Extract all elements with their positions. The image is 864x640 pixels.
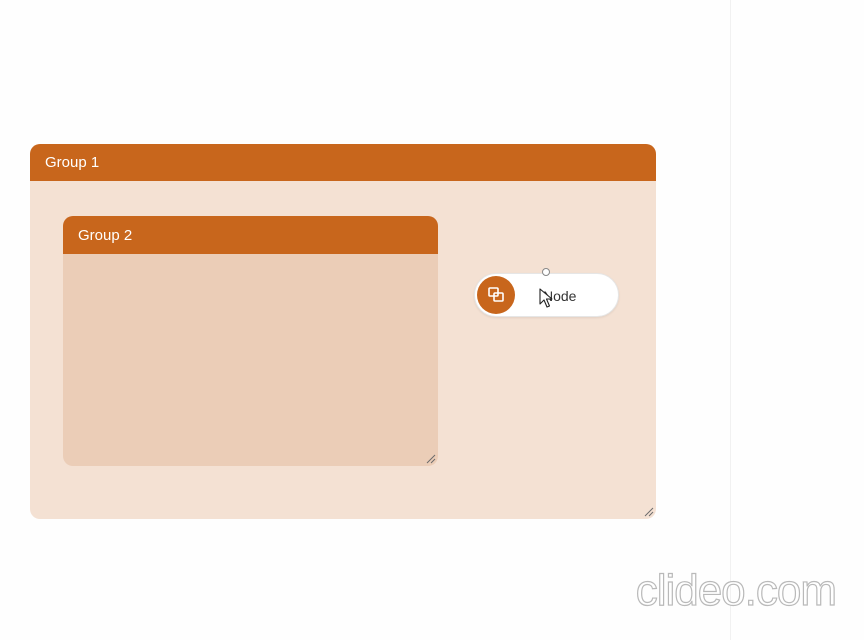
- mouse-cursor-icon: [539, 288, 553, 308]
- group-2[interactable]: Group 2: [63, 216, 438, 466]
- group-1-resize-icon[interactable]: [644, 507, 654, 517]
- group-1-header[interactable]: Group 1: [30, 144, 656, 181]
- group-2-title: Group 2: [78, 226, 133, 244]
- group-2-resize-icon[interactable]: [426, 454, 436, 464]
- canvas-guide-line: [730, 0, 731, 640]
- group-2-header[interactable]: Group 2: [63, 216, 438, 254]
- diagram-canvas[interactable]: Group 1 Group 2 Node clideo.com: [0, 0, 864, 640]
- watermark: clideo.com: [635, 565, 838, 615]
- node-icon-badge: [477, 276, 515, 314]
- node-connection-port[interactable]: [542, 268, 550, 276]
- group-1-title: Group 1: [45, 154, 100, 171]
- group-icon: [488, 287, 504, 302]
